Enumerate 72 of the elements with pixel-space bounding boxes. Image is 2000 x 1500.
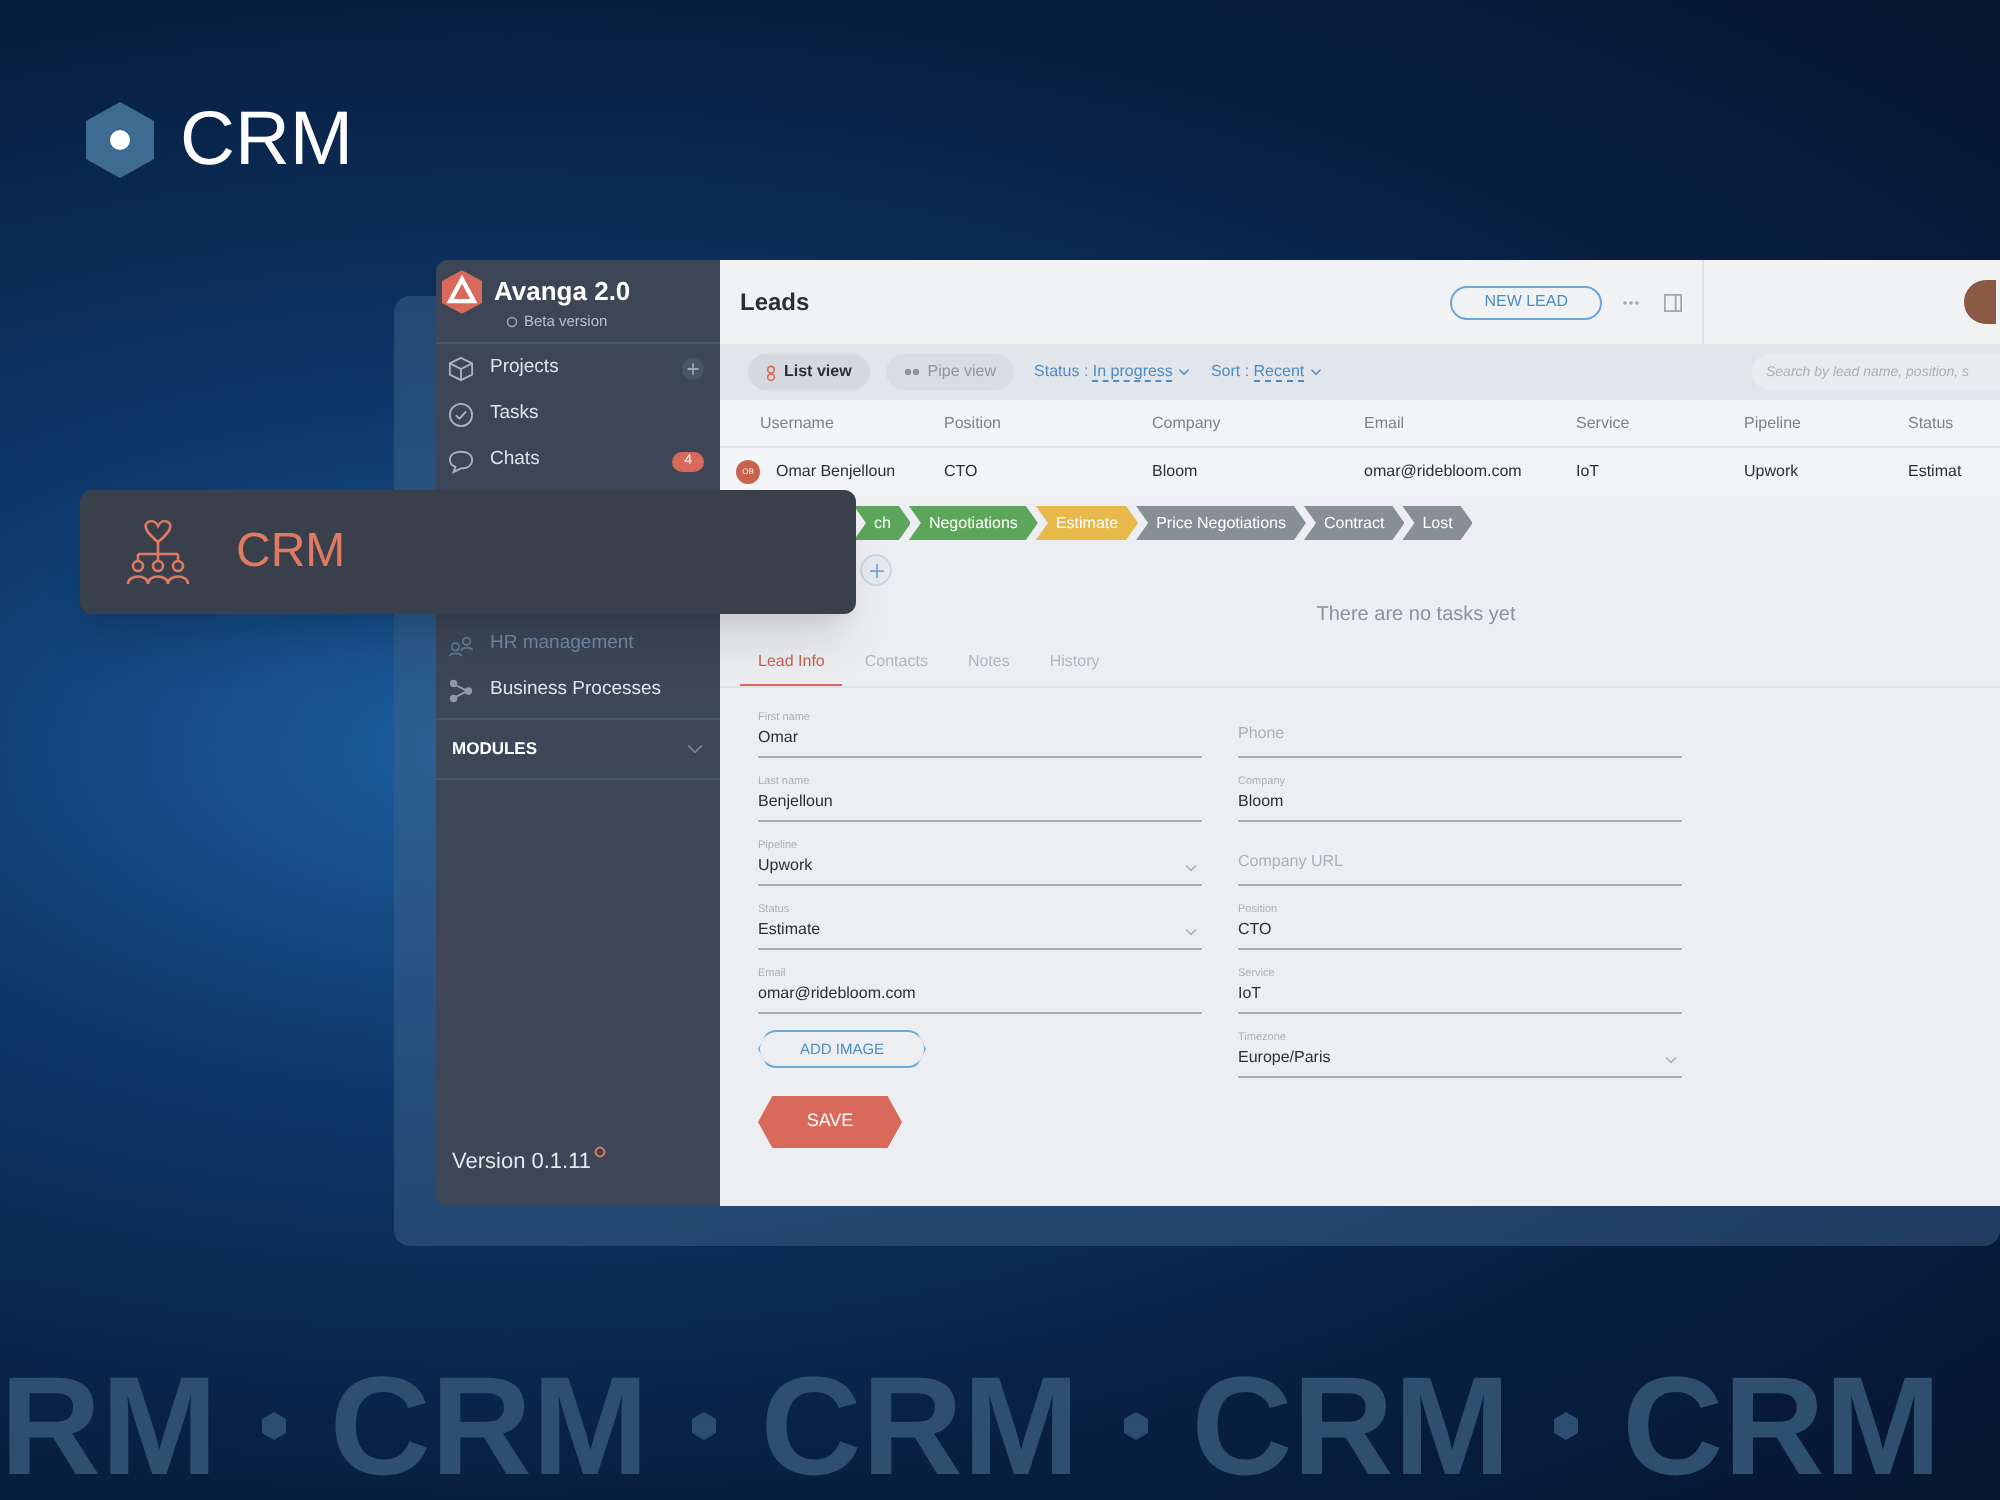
highlight-card[interactable]: CRM	[80, 490, 856, 614]
filter-dropdown[interactable]: Sort : Recent	[1210, 360, 1323, 384]
nav-item[interactable]: Business Processes	[436, 668, 720, 714]
nodes-icon	[448, 678, 474, 704]
table-cell-text: Upwork	[1744, 460, 1801, 484]
banner-word: CRM	[1622, 1356, 1942, 1496]
cube-icon	[448, 356, 474, 382]
input-field[interactable]: Company URL	[1238, 822, 1682, 886]
check-circle-icon	[448, 402, 474, 428]
chevron-down-icon	[1664, 1056, 1678, 1064]
list-view-tab[interactable]: List view	[748, 354, 870, 390]
nav-item[interactable]: Tasks	[436, 392, 720, 438]
detail-tab[interactable]: History	[1031, 650, 1118, 686]
chevron-down-icon	[1178, 368, 1191, 376]
table-cell-text: Estimat	[1908, 460, 1964, 484]
pipeline-stage[interactable]: Price Negotiations	[1136, 506, 1306, 540]
hexagon-icon	[1123, 1412, 1148, 1440]
input-field[interactable]: Phone	[1238, 694, 1682, 758]
avatar[interactable]	[1964, 280, 1996, 324]
plus-icon[interactable]	[682, 358, 704, 380]
column-header: Email	[1364, 411, 1407, 435]
column-header: Username	[760, 411, 836, 435]
column-header: Position	[944, 411, 1003, 435]
column-header: Pipeline	[1744, 411, 1803, 435]
triangle-logo-icon	[442, 270, 482, 314]
detail-tab[interactable]: Lead Info	[740, 650, 843, 686]
detail-tab[interactable]: Contacts	[846, 650, 946, 686]
pipeline-stage[interactable]: Estimate	[1035, 506, 1139, 540]
more-icon[interactable]	[1622, 299, 1640, 305]
save-button[interactable]: SAVE	[758, 1096, 902, 1148]
column-header: Status	[1908, 411, 1956, 435]
circle-icon	[593, 1145, 606, 1157]
hexagon-icon	[692, 1412, 717, 1440]
table-cell-text: omar@ridebloom.com	[1364, 460, 1524, 484]
rings-icon	[766, 363, 776, 381]
section-header: MODULES	[452, 736, 537, 762]
column-header: Company	[1152, 411, 1223, 435]
nav-item[interactable]: HR management	[436, 622, 720, 668]
dots-icon	[903, 368, 920, 376]
hexagon-icon	[261, 1412, 286, 1440]
brand-title: CRM	[180, 102, 354, 178]
pipeline-stage[interactable]: Contract	[1303, 506, 1405, 540]
people-heart-icon	[124, 518, 192, 586]
hexagon-logo-icon	[84, 100, 156, 180]
table-cell: Omar Benjelloun	[776, 460, 896, 484]
column-header: Service	[1576, 411, 1632, 435]
pipeline-stage[interactable]: ch	[854, 506, 911, 540]
table-cell-text: IoT	[1576, 460, 1602, 484]
speech-bubble-icon	[448, 448, 474, 474]
app-name: Avanga 2.0	[494, 274, 631, 311]
chevron-down-icon[interactable]	[686, 744, 704, 754]
filter-dropdown[interactable]: Status : In progress	[1034, 360, 1191, 384]
pipeline-stage[interactable]: Lost	[1402, 506, 1473, 540]
table-cell-text: Bloom	[1152, 460, 1200, 484]
page-title: Leads	[740, 286, 810, 320]
chevron-down-icon	[1184, 864, 1198, 872]
circle-icon	[506, 315, 518, 328]
chevron-down-icon	[1310, 368, 1323, 376]
new-lead-button[interactable]: NEW LEAD	[1450, 285, 1602, 319]
add-task-button[interactable]	[860, 554, 892, 586]
table-cell-text: CTO	[944, 460, 980, 484]
detail-tab[interactable]: Notes	[949, 650, 1028, 686]
version-text: Version 0.1.11	[452, 1147, 592, 1177]
nav-item[interactable]: Projects	[436, 346, 720, 392]
empty-message: There are no tasks yet	[1316, 601, 1516, 629]
chevron-down-icon	[1184, 928, 1198, 936]
hexagon-icon	[1554, 1412, 1579, 1440]
plus-icon	[869, 563, 883, 577]
pipeline-stage[interactable]: Negotiations	[908, 506, 1038, 540]
people-icon	[448, 632, 474, 658]
panel-toggle-icon[interactable]	[1664, 293, 1682, 311]
pipe-view-tab[interactable]: Pipe view	[885, 354, 1015, 390]
